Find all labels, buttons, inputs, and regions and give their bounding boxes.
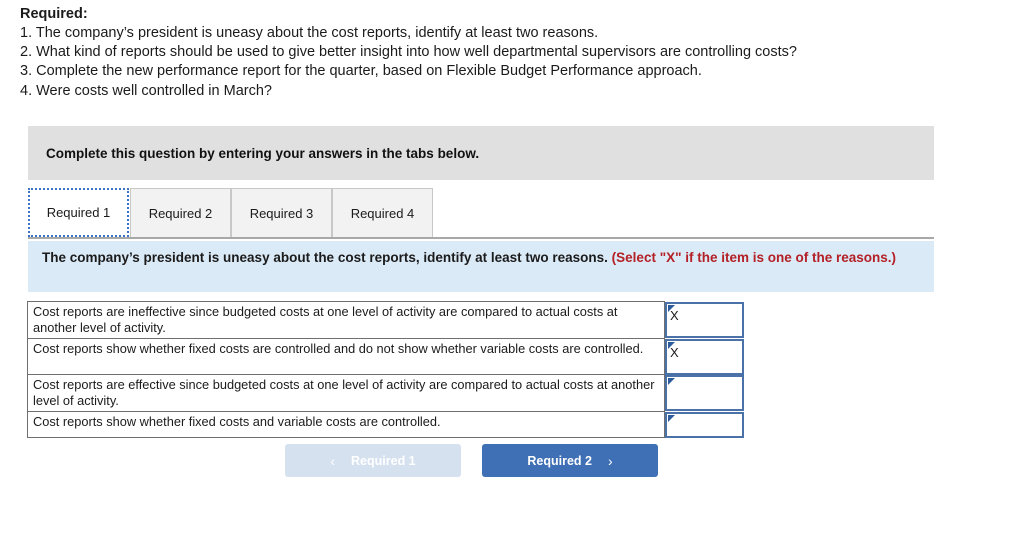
table-row: Cost reports show whether fixed costs ar… — [26, 338, 746, 376]
answer-cell-3 — [665, 374, 746, 412]
answer-input-4[interactable] — [665, 411, 745, 438]
question-info-line: The company’s president is uneasy about … — [42, 248, 920, 267]
next-required-label: Required 2 — [527, 453, 592, 468]
tab-strip: Required 1 Required 2 Required 3 Require… — [28, 188, 934, 239]
required-item-2: 2. What kind of reports should be used t… — [20, 44, 797, 61]
statement-cell-4: Cost reports show whether fixed costs an… — [26, 411, 666, 439]
chevron-right-icon: › — [607, 452, 613, 469]
question-text: The company’s president is uneasy about … — [42, 250, 608, 265]
previous-required-label: Required 1 — [351, 453, 416, 468]
instruction-banner: Complete this question by entering your … — [28, 126, 934, 180]
tab-required-4-label: Required 4 — [350, 205, 415, 221]
tab-required-4[interactable]: Required 4 — [332, 188, 433, 237]
tab-required-1[interactable]: Required 1 — [28, 188, 129, 237]
tab-required-2-label: Required 2 — [148, 205, 213, 221]
answer-cell-1: X — [665, 301, 746, 339]
answer-table: Cost reports are ineffective since budge… — [26, 300, 746, 439]
required-item-1: 1. The company’s president is uneasy abo… — [20, 25, 599, 41]
required-item-3: 3. Complete the new performance report f… — [20, 63, 702, 80]
tab-required-3-label: Required 3 — [249, 205, 314, 221]
statement-cell-2: Cost reports show whether fixed costs ar… — [26, 338, 666, 376]
tab-required-3[interactable]: Required 3 — [231, 188, 332, 237]
tab-required-2[interactable]: Required 2 — [130, 188, 231, 237]
required-prompt-block: Required: 1. The company’s president is … — [20, 5, 1000, 101]
instruction-banner-text: Complete this question by entering your … — [46, 145, 480, 161]
answer-input-1[interactable]: X — [665, 301, 745, 338]
statement-cell-1: Cost reports are ineffective since budge… — [26, 300, 666, 340]
chevron-left-icon: ‹ — [330, 452, 336, 469]
next-required-button[interactable]: Required 2 › — [482, 444, 658, 477]
table-row: Cost reports are ineffective since budge… — [26, 300, 746, 340]
question-info-bar: The company’s president is uneasy about … — [28, 241, 934, 292]
answer-cell-2: X — [665, 338, 746, 375]
table-row: Cost reports show whether fixed costs an… — [26, 411, 746, 439]
required-heading: Required: — [20, 6, 88, 22]
pagination-controls: ‹ Required 1 Required 2 › — [285, 444, 1024, 478]
previous-required-button[interactable]: ‹ Required 1 — [285, 444, 461, 477]
question-select-note: (Select "X" if the item is one of the re… — [611, 250, 897, 265]
table-row: Cost reports are effective since budgete… — [26, 374, 746, 413]
answer-input-2[interactable]: X — [665, 338, 745, 375]
answer-input-3[interactable] — [665, 374, 745, 411]
required-item-4: 4. Were costs well controlled in March? — [20, 82, 272, 99]
tab-required-1-label: Required 1 — [46, 205, 111, 220]
statement-cell-3: Cost reports are effective since budgete… — [26, 374, 666, 413]
answer-cell-4 — [665, 411, 746, 438]
